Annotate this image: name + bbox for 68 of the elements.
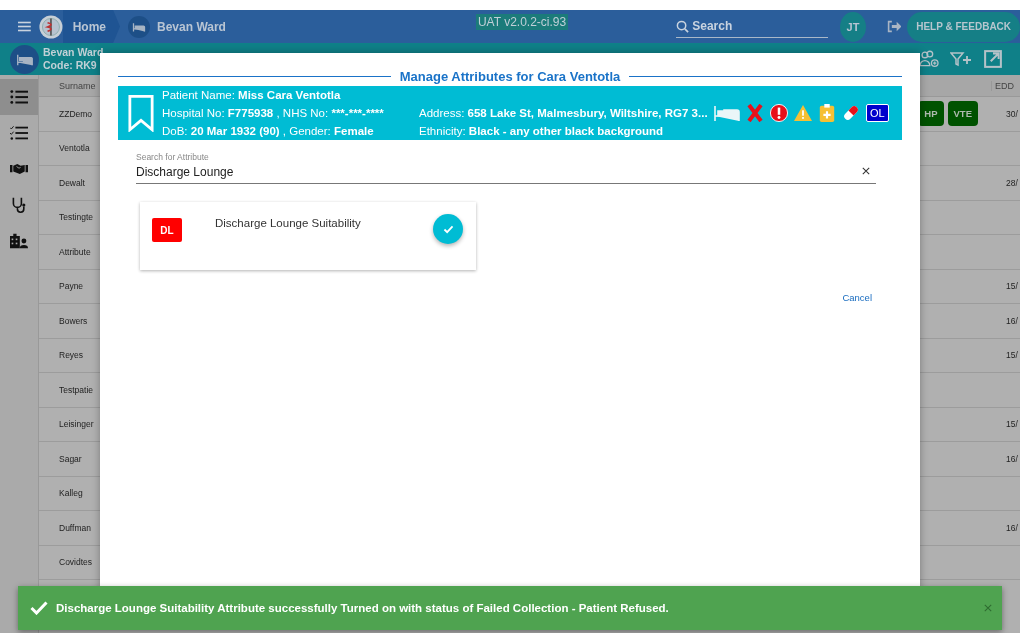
- check-icon: [30, 601, 48, 615]
- table-cell-text: Reyes: [59, 350, 85, 361]
- user-avatar[interactable]: JT: [840, 11, 866, 42]
- toast-message: Discharge Lounge Suitability Attribute successfully Turned on with status of Failed Collection - Patient Refused.: [56, 602, 670, 614]
- patient-ids: Hospital No: F775938 , NHS No: ***-***-****: [162, 106, 385, 121]
- table-cell-text: Attribute: [59, 246, 92, 257]
- table-cell-text: 15/: [1006, 281, 1019, 292]
- bed-icon: [128, 15, 151, 38]
- table-cell-text: Bowers: [59, 315, 89, 326]
- table-cell-text: Duffman: [59, 522, 92, 533]
- table-cell-text: 16/: [1006, 315, 1019, 326]
- search-field[interactable]: Search: [692, 19, 829, 33]
- bed-icon: [10, 44, 39, 74]
- attribute-badge: DL: [152, 218, 182, 242]
- filter-add-icon[interactable]: [950, 50, 972, 68]
- patient-name: Patient Name: Miss Cara Ventotla: [162, 88, 342, 103]
- cancel-link[interactable]: Cancel: [842, 292, 872, 303]
- people-add-icon[interactable]: [918, 50, 940, 68]
- table-cell-text: Testingte: [59, 212, 95, 223]
- table-cell-text: 28/: [1006, 177, 1019, 188]
- table-cell-text: Sagar: [59, 453, 83, 464]
- table-cell-text: Kalleg: [59, 488, 84, 499]
- table-cell-text: Ventotla: [59, 143, 91, 154]
- patient-address: Address: 658 Lake St, Malmesbury, Wiltshire, RG7 3...: [419, 105, 709, 121]
- table-cell-text: Testpatie: [59, 384, 95, 395]
- dialog-title: Manage Attributes for Cara Ventotla: [399, 69, 621, 84]
- check-icon: [442, 224, 454, 234]
- table-cell-text: Covidtes: [59, 557, 94, 568]
- toggle-check-button[interactable]: [433, 214, 463, 244]
- table-cell-text: 30/: [1006, 108, 1019, 119]
- column-header[interactable]: EDD: [991, 80, 1014, 91]
- menu-icon[interactable]: [18, 20, 31, 33]
- search-icon: [676, 19, 690, 33]
- table-cell-text: Payne: [59, 281, 85, 292]
- patient-ethnicity: Ethnicity: Black - any other black background: [419, 123, 665, 139]
- table-cell-text: ZZDemo: [59, 108, 94, 119]
- table-cell-text: 16/: [1006, 522, 1019, 533]
- flag-badge[interactable]: OL: [866, 104, 889, 122]
- alert-icon[interactable]: [770, 104, 788, 122]
- stethoscope-icon: [10, 197, 28, 213]
- ward-code: Code: RK9: [43, 59, 97, 72]
- table-cell-text: Dewalt: [59, 177, 86, 188]
- clear-icon[interactable]: [862, 166, 870, 175]
- checklist-icon: [10, 125, 28, 141]
- list-icon: [10, 89, 28, 105]
- cross-icon[interactable]: [746, 104, 764, 122]
- handshake-icon: [10, 161, 28, 177]
- building-person-icon: [10, 233, 28, 249]
- table-cell-text: 16/: [1006, 453, 1019, 464]
- status-badge[interactable]: HP: [918, 101, 944, 127]
- table-cell-text: 15/: [1006, 419, 1019, 430]
- attribute-name: Discharge Lounge Suitability: [215, 217, 362, 229]
- table-cell-text: 15/: [1006, 350, 1019, 361]
- patient-dob: DoB: 20 Mar 1932 (90) , Gender: Female: [162, 124, 375, 139]
- bookmark-icon: [128, 94, 154, 132]
- sidebar-item[interactable]: [0, 79, 38, 115]
- help-feedback-button[interactable]: HELP & FEEDBACK: [907, 11, 1020, 42]
- column-header[interactable]: Surname: [59, 80, 97, 91]
- ward-breadcrumb[interactable]: Bevan Ward: [157, 19, 226, 34]
- clipboard-plus-icon[interactable]: [818, 104, 836, 122]
- table-cell-text: Leisinger: [59, 419, 95, 430]
- attribute-card[interactable]: DL Discharge Lounge Suitability: [140, 202, 476, 270]
- external-link-icon[interactable]: [982, 50, 1004, 68]
- logout-icon[interactable]: [886, 19, 902, 34]
- version-label: UAT v2.0.2-ci.93: [475, 14, 569, 30]
- home-breadcrumb[interactable]: Home: [62, 10, 121, 43]
- field-label: Search for Attribute: [136, 152, 210, 162]
- status-badge[interactable]: VTE: [947, 101, 978, 127]
